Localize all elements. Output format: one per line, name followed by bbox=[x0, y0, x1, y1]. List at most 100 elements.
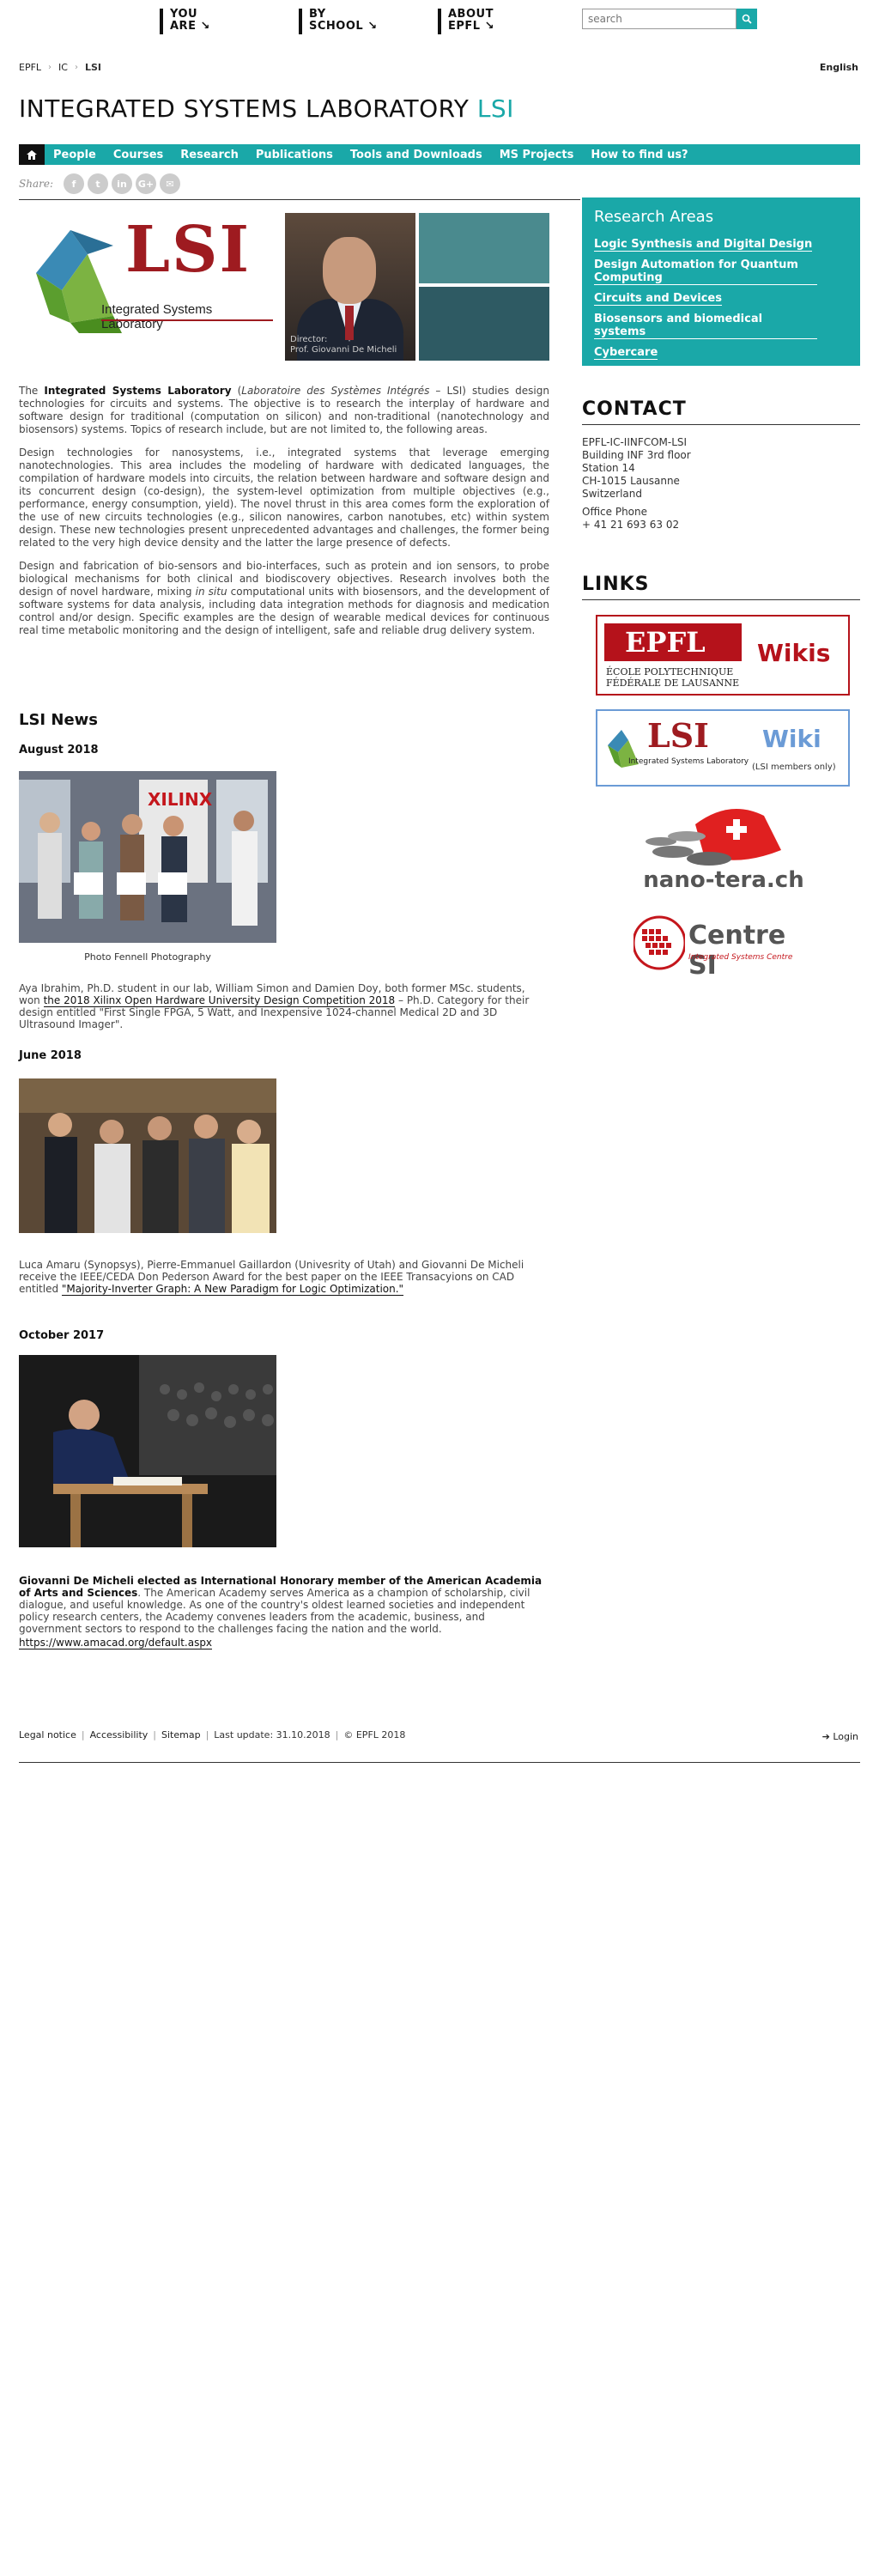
twitter-icon[interactable]: t bbox=[87, 173, 108, 194]
nav-about-epfl[interactable]: ABOUT EPFL ↘ bbox=[438, 9, 577, 34]
news-text-xilinx: Aya Ibrahim, Ph.D. student in our lab, W… bbox=[19, 982, 530, 1030]
arrow-icon: ↘ bbox=[484, 20, 495, 33]
search-input[interactable] bbox=[582, 9, 737, 29]
google-plus-icon[interactable]: G+ bbox=[135, 173, 156, 194]
nav-courses[interactable]: Courses bbox=[105, 149, 172, 161]
lsi-logo-subtitle: Integrated Systems Laboratory bbox=[101, 302, 213, 331]
breadcrumb-epfl[interactable]: EPFL bbox=[19, 62, 41, 73]
share-bar: Share: f t in G+ ✉ bbox=[19, 173, 180, 194]
search-form bbox=[582, 9, 757, 29]
arrow-icon: ↘ bbox=[367, 20, 378, 33]
wikis-label: Wikis bbox=[757, 639, 831, 667]
hero-tile bbox=[419, 287, 549, 361]
top-header: YOU ARE ↘ BY SCHOOL ↘ ABOUT EPFL ↘ bbox=[0, 0, 879, 52]
divider bbox=[582, 424, 860, 425]
copyright: © EPFL 2018 bbox=[343, 1729, 406, 1741]
director-photo: Director: Prof. Giovanni De Micheli bbox=[285, 213, 415, 361]
news-photo-award bbox=[19, 1078, 276, 1233]
nav-tools[interactable]: Tools and Downloads bbox=[342, 149, 491, 161]
linkedin-icon[interactable]: in bbox=[111, 173, 132, 194]
page-title: INTEGRATED SYSTEMS LABORATORY LSI bbox=[19, 94, 514, 123]
search-icon bbox=[742, 14, 752, 24]
nav-find-us[interactable]: How to find us? bbox=[582, 149, 696, 161]
members-only-note: (LSI members only) bbox=[752, 762, 836, 772]
breadcrumb-current: LSI bbox=[84, 62, 102, 73]
intro-paragraph-2: Design technologies for nanosystems, i.e… bbox=[19, 447, 549, 549]
news-month: October 2017 bbox=[19, 1329, 105, 1342]
login-arrow-icon: ➔ bbox=[821, 1731, 830, 1742]
news-heading: LSI News bbox=[19, 711, 99, 729]
divider bbox=[19, 199, 580, 200]
home-icon bbox=[27, 149, 37, 160]
home-button[interactable] bbox=[19, 144, 45, 165]
paper-link[interactable]: "Majority-Inverter Graph: A New Paradigm… bbox=[61, 1283, 404, 1296]
news-photo-academy bbox=[19, 1355, 276, 1547]
research-link-biosensors[interactable]: Biosensors and biomedical systems bbox=[594, 313, 817, 339]
epfl-wikis-link[interactable]: EPFL ÉCOLE POLYTECHNIQUE FÉDÉRALE DE LAU… bbox=[596, 615, 850, 696]
divider bbox=[19, 1762, 860, 1763]
logo-underline bbox=[101, 319, 273, 321]
intro-paragraph-3: Design and fabrication of bio-sensors an… bbox=[19, 560, 550, 636]
photo-caption: Director: Prof. Giovanni De Micheli bbox=[290, 335, 397, 355]
centre-si-link[interactable]: Centre SI Integrated Systems Centre bbox=[632, 908, 809, 981]
contact-heading: CONTACT bbox=[582, 398, 687, 420]
epfl-logo: EPFL bbox=[604, 623, 742, 661]
search-button[interactable] bbox=[737, 9, 757, 29]
breadcrumb-ic[interactable]: IC bbox=[58, 62, 68, 73]
nanotera-logo-icon bbox=[646, 809, 781, 866]
nav-publications[interactable]: Publications bbox=[247, 149, 342, 161]
news-month: June 2018 bbox=[19, 1049, 82, 1062]
lsi-logo-text: LSI bbox=[125, 213, 252, 287]
lsi-logo: LSI Integrated Systems Laboratory bbox=[19, 213, 276, 361]
news-text-academy: Giovanni De Micheli elected as Internati… bbox=[19, 1575, 543, 1649]
news-photo-xilinx: XILINX bbox=[19, 771, 276, 943]
lsi-wiki-link[interactable]: LSI Integrated Systems Laboratory Wiki (… bbox=[596, 709, 850, 787]
photo-credit: Photo Fennell Photography bbox=[84, 951, 211, 963]
last-update: Last update: 31.10.2018 bbox=[214, 1729, 330, 1741]
nav-research[interactable]: Research bbox=[172, 149, 247, 161]
phone-number: + 41 21 693 63 02 bbox=[582, 519, 680, 531]
nanotera-link[interactable]: nano-tera.ch bbox=[635, 799, 812, 900]
intro-paragraph-1: The Integrated Systems Laboratory (Labor… bbox=[19, 385, 549, 435]
footer: Legal notice | Accessibility | Sitemap |… bbox=[19, 1729, 406, 1741]
login-link[interactable]: ➔ Login bbox=[822, 1731, 858, 1742]
amacad-link[interactable]: https://www.amacad.org/default.aspx bbox=[19, 1637, 213, 1649]
share-label: Share: bbox=[19, 178, 53, 190]
news-text-award: Luca Amaru (Synopsys), Pierre-Emmanuel G… bbox=[19, 1259, 524, 1296]
top-navigation: YOU ARE ↘ BY SCHOOL ↘ ABOUT EPFL ↘ bbox=[160, 9, 577, 34]
intro-text: The Integrated Systems Laboratory (Labor… bbox=[19, 385, 549, 637]
sitemap-link[interactable]: Sitemap bbox=[161, 1729, 201, 1741]
epfl-school-name: ÉCOLE POLYTECHNIQUE FÉDÉRALE DE LAUSANNE bbox=[606, 666, 740, 689]
research-link-logic-synthesis[interactable]: Logic Synthesis and Digital Design bbox=[594, 238, 813, 252]
centre-si-logo-icon bbox=[633, 915, 685, 970]
breadcrumb-separator-icon: › bbox=[48, 63, 52, 72]
nav-by-school[interactable]: BY SCHOOL ↘ bbox=[299, 9, 438, 34]
research-areas-title: Research Areas bbox=[594, 208, 714, 226]
centre-si-subtitle: Integrated Systems Centre bbox=[688, 953, 793, 962]
nav-ms-projects[interactable]: MS Projects bbox=[491, 149, 583, 161]
wiki-label: Wiki bbox=[762, 725, 821, 753]
news-month: August 2018 bbox=[19, 744, 99, 756]
divider bbox=[582, 599, 860, 600]
email-icon[interactable]: ✉ bbox=[159, 173, 180, 194]
hero-tile bbox=[419, 213, 549, 283]
contact-address: EPFL-IC-IINFCOM-LSI Building INF 3rd flo… bbox=[582, 436, 691, 531]
accessibility-link[interactable]: Accessibility bbox=[90, 1729, 149, 1741]
language-switch[interactable]: English bbox=[820, 62, 858, 73]
research-link-quantum[interactable]: Design Automation for Quantum Computing bbox=[594, 258, 817, 285]
nav-you-are[interactable]: YOU ARE ↘ bbox=[160, 9, 299, 34]
nanotera-text: nano-tera.ch bbox=[643, 867, 804, 893]
legal-notice-link[interactable]: Legal notice bbox=[19, 1729, 76, 1741]
xilinx-competition-link[interactable]: the 2018 Xilinx Open Hardware University… bbox=[43, 994, 396, 1007]
research-link-circuits[interactable]: Circuits and Devices bbox=[594, 292, 722, 306]
svg-text:XILINX: XILINX bbox=[148, 789, 213, 810]
breadcrumb-separator-icon: › bbox=[74, 63, 78, 72]
lsi-wiki-logo-text: LSI bbox=[647, 716, 709, 755]
facebook-icon[interactable]: f bbox=[63, 173, 84, 194]
research-link-cybercare[interactable]: Cybercare bbox=[594, 346, 658, 360]
arrow-icon: ↘ bbox=[200, 20, 210, 33]
links-heading: LINKS bbox=[582, 574, 650, 595]
nav-people[interactable]: People bbox=[45, 149, 105, 161]
research-areas-box: Research Areas Logic Synthesis and Digit… bbox=[582, 197, 860, 366]
centre-si-text: Centre SI bbox=[688, 920, 786, 981]
